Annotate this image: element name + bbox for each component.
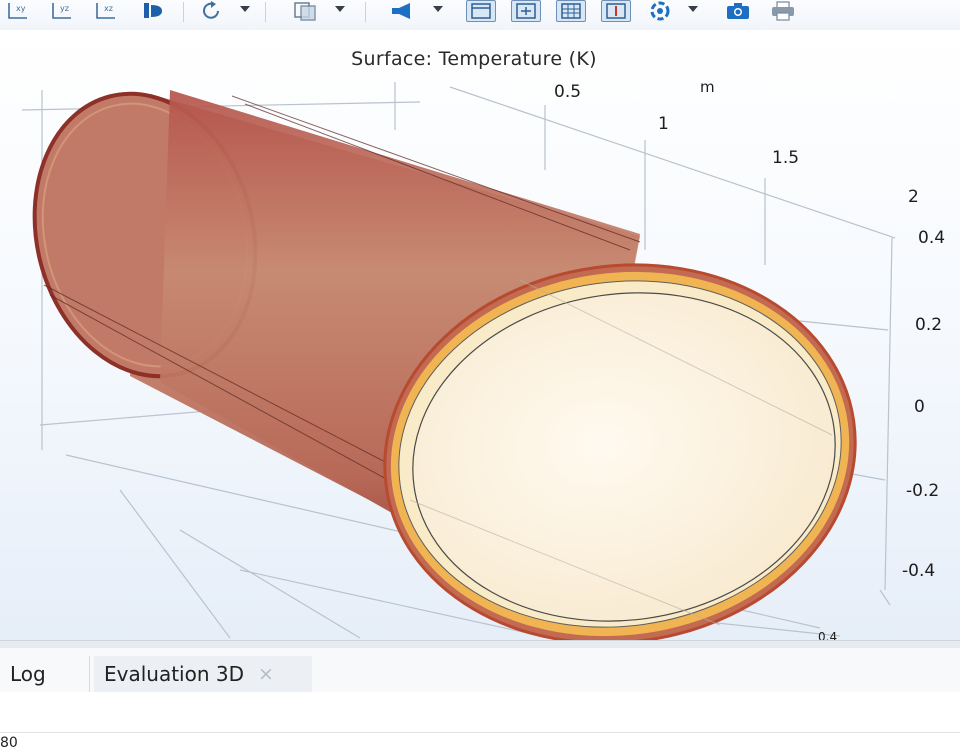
tab-evaluation-3d[interactable]: Evaluation 3D × <box>94 656 312 692</box>
snapshot-button[interactable] <box>722 0 754 22</box>
close-icon[interactable]: × <box>258 663 274 685</box>
toolbar-separator <box>183 2 184 22</box>
x-tick-label: 1.5 <box>772 148 800 168</box>
svg-text:xz: xz <box>104 4 113 13</box>
status-value: 80 <box>0 735 18 751</box>
transparency-dropdown-icon[interactable] <box>335 6 345 12</box>
z-tick-label: 0.2 <box>915 315 943 335</box>
grid-icon <box>561 3 581 19</box>
x-tick-label: 1 <box>658 114 669 134</box>
light-icon <box>392 3 410 19</box>
svg-text:xy: xy <box>16 4 26 13</box>
render-icon <box>650 1 670 21</box>
cylinder-plot[interactable] <box>0 30 960 640</box>
print-button[interactable] <box>768 0 798 22</box>
go-to-view-button[interactable] <box>139 0 169 22</box>
yz-view-button[interactable]: yz <box>49 0 75 22</box>
graphics-toolbar: xy yz xz <box>0 0 960 30</box>
xz-view-icon: xz <box>96 3 115 19</box>
z-tick-label: -0.4 <box>902 561 936 581</box>
x-tick-label: 0.5 <box>554 82 582 102</box>
tab-log-label: Log <box>10 662 46 686</box>
axis-button[interactable] <box>601 0 631 22</box>
xy-view-icon: xy <box>8 3 27 19</box>
camera-icon <box>727 3 749 19</box>
window-icon <box>471 3 491 19</box>
rotate-dropdown-icon[interactable] <box>240 6 250 12</box>
light-dropdown-icon[interactable] <box>433 6 443 12</box>
scene-light-button[interactable] <box>466 0 496 22</box>
z-tick-label: 0 <box>914 397 925 417</box>
rotate-icon <box>203 1 219 19</box>
printer-icon <box>772 1 794 21</box>
axis-icon <box>606 3 626 19</box>
grid-button[interactable] <box>556 0 586 22</box>
zoom-extents-button[interactable] <box>511 0 541 22</box>
transparency-icon <box>294 2 316 21</box>
graphics-window[interactable]: Surface: Temperature (K) m 0.5 1 1.5 2 0… <box>0 30 960 640</box>
rotate-button[interactable] <box>198 0 226 22</box>
toolbar-separator <box>365 2 366 22</box>
zoom-extents-icon <box>516 3 536 19</box>
svg-text:yz: yz <box>60 4 69 13</box>
z-tick-label: 0.4 <box>918 228 946 248</box>
panel-status-row <box>0 732 960 751</box>
transparency-button[interactable] <box>290 0 324 22</box>
render-dropdown-icon[interactable] <box>688 6 698 12</box>
tab-evaluation-3d-label: Evaluation 3D <box>104 662 245 686</box>
bottom-tabbar: Log Evaluation 3D × <box>0 648 960 693</box>
xy-view-button[interactable]: xy <box>5 0 31 22</box>
light-button[interactable] <box>385 0 421 22</box>
xz-view-button[interactable]: xz <box>93 0 119 22</box>
y-tick-label-partial: 0.4 <box>818 630 838 640</box>
render-settings-button[interactable] <box>645 0 675 22</box>
x-axis-unit: m <box>700 78 715 96</box>
toolbar-separator <box>265 2 266 22</box>
tab-log[interactable]: Log <box>0 656 90 692</box>
camera-view-icon <box>144 3 162 18</box>
yz-view-icon: yz <box>52 3 71 19</box>
x-tick-label: 2 <box>908 187 919 207</box>
z-tick-label: -0.2 <box>906 481 940 501</box>
